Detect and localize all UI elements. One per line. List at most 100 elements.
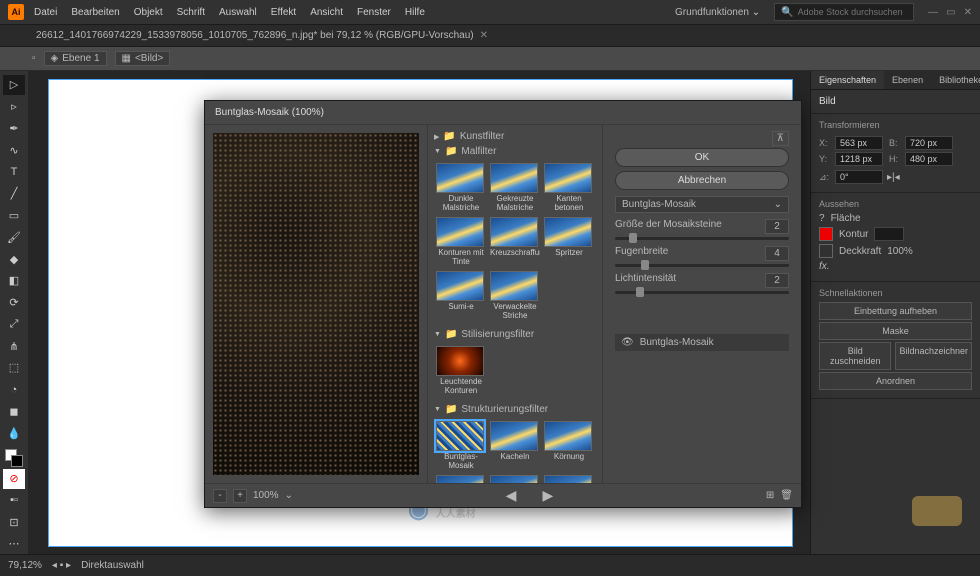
btn-nachzeichner[interactable]: Bildnachzeichner bbox=[895, 342, 972, 370]
menu-ansicht[interactable]: Ansicht bbox=[310, 7, 343, 18]
filter-thumb[interactable]: Körnung bbox=[544, 421, 594, 471]
flip-h-icon[interactable]: ▸|◂ bbox=[887, 172, 900, 183]
rotate-tool[interactable]: ⟳ bbox=[3, 293, 25, 313]
zoom-out-button[interactable]: - bbox=[213, 489, 227, 503]
curvature-tool[interactable]: ∿ bbox=[3, 140, 25, 160]
fx-label[interactable]: fx. bbox=[819, 261, 830, 272]
filter-thumb[interactable]: Kreuzschraffur bbox=[490, 217, 540, 267]
rectangle-tool[interactable]: ▭ bbox=[3, 206, 25, 226]
transform-h[interactable] bbox=[905, 152, 953, 166]
slider-lichtintensität[interactable]: Lichtintensität2 bbox=[615, 273, 789, 294]
filter-preview[interactable] bbox=[213, 133, 419, 475]
btn-einbettung[interactable]: Einbettung aufheben bbox=[819, 302, 972, 320]
filter-thumb[interactable]: Verwackelte Striche bbox=[490, 271, 540, 321]
menu-auswahl[interactable]: Auswahl bbox=[219, 7, 257, 18]
status-nav-icon[interactable]: ◂ ▪ ▸ bbox=[52, 560, 71, 571]
minimize-icon[interactable]: — bbox=[928, 7, 938, 18]
next-nav-icon[interactable]: ▶ bbox=[542, 487, 553, 504]
filter-thumb[interactable]: Kacheln bbox=[490, 421, 540, 471]
maximize-icon[interactable]: ▭ bbox=[946, 7, 955, 18]
eraser-tool[interactable]: ◧ bbox=[3, 271, 25, 291]
eyedropper-tool[interactable]: 💧 bbox=[3, 423, 25, 443]
menu-objekt[interactable]: Objekt bbox=[134, 7, 163, 18]
cat-kunstfilter[interactable]: ▶📁Kunstfilter bbox=[432, 129, 598, 144]
filter-thumb[interactable]: Sumi-e bbox=[436, 271, 486, 321]
tab-eigenschaften[interactable]: Eigenschaften bbox=[811, 71, 884, 89]
status-zoom[interactable]: 79,12% bbox=[8, 560, 42, 571]
transform-angle[interactable] bbox=[835, 170, 883, 184]
filter-thumb[interactable]: Spritzer bbox=[544, 217, 594, 267]
slider-fugenbreite[interactable]: Fugenbreite4 bbox=[615, 246, 789, 267]
cat-strukturierung[interactable]: ▼📁Strukturierungsfilter bbox=[432, 402, 598, 417]
direct-selection-tool[interactable]: ▹ bbox=[3, 97, 25, 117]
gradient-tool[interactable]: ◼ bbox=[3, 401, 25, 421]
cat-malfilter[interactable]: ▼📁Malfilter bbox=[432, 144, 598, 159]
preview-zoom[interactable]: 100% bbox=[253, 490, 279, 501]
menu-datei[interactable]: Datei bbox=[34, 7, 57, 18]
ok-button[interactable]: OK bbox=[615, 148, 789, 167]
filter-thumb[interactable]: Risse bbox=[544, 475, 594, 483]
fill-mode-icon[interactable]: ⊘ bbox=[3, 469, 25, 489]
filter-thumb[interactable]: Patchwork bbox=[490, 475, 540, 483]
filter-select[interactable]: Buntglas-Mosaik⌄ bbox=[615, 196, 789, 213]
zoom-in-button[interactable]: + bbox=[233, 489, 247, 503]
btn-anordnen[interactable]: Anordnen bbox=[819, 372, 972, 390]
transform-x[interactable] bbox=[835, 136, 883, 150]
object-type-label: Bild bbox=[819, 96, 972, 107]
color-swatch[interactable] bbox=[5, 449, 23, 467]
image-chip[interactable]: ▦<Bild> bbox=[115, 51, 171, 66]
pen-tool[interactable]: ✒ bbox=[3, 119, 25, 139]
btn-zuschneiden[interactable]: Bild zuschneiden bbox=[819, 342, 891, 370]
filter-thumb[interactable]: Kanten betonen bbox=[544, 163, 594, 213]
transform-y[interactable] bbox=[835, 152, 883, 166]
scale-tool[interactable]: ⤢ bbox=[3, 314, 25, 334]
paintbrush-tool[interactable]: 🖌 bbox=[3, 227, 25, 247]
new-layer-icon[interactable]: ⊞ bbox=[766, 490, 774, 501]
eye-icon[interactable]: 👁 bbox=[621, 337, 634, 348]
screen-mode-icon[interactable]: ▪▫ bbox=[3, 491, 25, 511]
stroke-weight[interactable] bbox=[874, 227, 904, 241]
filter-thumb[interactable]: Konturen mit Tinte nachzeichnen bbox=[436, 217, 486, 267]
document-tab[interactable]: 26612_1401766974229_1533978056_1010705_7… bbox=[28, 27, 496, 44]
selection-tool[interactable]: ▷ bbox=[3, 75, 25, 95]
search-input[interactable] bbox=[798, 7, 908, 17]
tab-bibliotheken[interactable]: Bibliotheken bbox=[931, 71, 980, 89]
menu-schrift[interactable]: Schrift bbox=[177, 7, 205, 18]
draw-mode-icon[interactable]: ⊡ bbox=[3, 512, 25, 532]
transform-w[interactable] bbox=[905, 136, 953, 150]
stock-search[interactable]: 🔍 bbox=[774, 3, 914, 21]
shape-builder-tool[interactable]: ◔ bbox=[3, 380, 25, 400]
opacity-value[interactable]: 100% bbox=[887, 246, 913, 257]
trash-icon[interactable]: 🗑 bbox=[780, 490, 793, 501]
effect-layer-item[interactable]: 👁Buntglas-Mosaik bbox=[615, 334, 789, 351]
edit-toolbar-icon[interactable]: ⋯ bbox=[3, 534, 25, 554]
line-tool[interactable]: ╱ bbox=[3, 184, 25, 204]
workspace-switcher[interactable]: Grundfunktionen ⌄ bbox=[669, 5, 766, 20]
menu-fenster[interactable]: Fenster bbox=[357, 7, 391, 18]
free-transform-tool[interactable]: ⬚ bbox=[3, 358, 25, 378]
layer-chip[interactable]: ◈Ebene 1 bbox=[44, 51, 107, 66]
filter-thumb[interactable]: Buntglas-Mosaik bbox=[436, 421, 486, 471]
filter-thumb[interactable]: Dunkle Malstriche bbox=[436, 163, 486, 213]
close-icon[interactable]: ✕ bbox=[964, 7, 972, 18]
tab-ebenen[interactable]: Ebenen bbox=[884, 71, 931, 89]
filter-thumb[interactable]: Mit Struktur versehen bbox=[436, 475, 486, 483]
kontur-swatch[interactable] bbox=[819, 227, 833, 241]
close-tab-icon[interactable]: ✕ bbox=[480, 30, 488, 41]
menu-hilfe[interactable]: Hilfe bbox=[405, 7, 425, 18]
cancel-button[interactable]: Abbrechen bbox=[615, 171, 789, 190]
shaper-tool[interactable]: ◆ bbox=[3, 249, 25, 269]
collapse-icon[interactable]: ⊼ bbox=[772, 131, 789, 146]
width-tool[interactable]: ⋔ bbox=[3, 336, 25, 356]
menu-effekt[interactable]: Effekt bbox=[271, 7, 296, 18]
menu-bearbeiten[interactable]: Bearbeiten bbox=[71, 7, 119, 18]
cat-stilisierung[interactable]: ▼📁Stilisierungsfilter bbox=[432, 327, 598, 342]
opacity-swatch[interactable] bbox=[819, 244, 833, 258]
filter-thumb[interactable]: Gekreuzte Malstriche bbox=[490, 163, 540, 213]
type-tool[interactable]: T bbox=[3, 162, 25, 182]
slider-größe-der-mosaiksteine[interactable]: Größe der Mosaiksteine2 bbox=[615, 219, 789, 240]
help-icon[interactable]: ? bbox=[819, 213, 825, 224]
prev-nav-icon[interactable]: ◀ bbox=[506, 487, 517, 504]
filter-thumb[interactable]: Leuchtende Konturen bbox=[436, 346, 486, 396]
btn-maske[interactable]: Maske bbox=[819, 322, 972, 340]
